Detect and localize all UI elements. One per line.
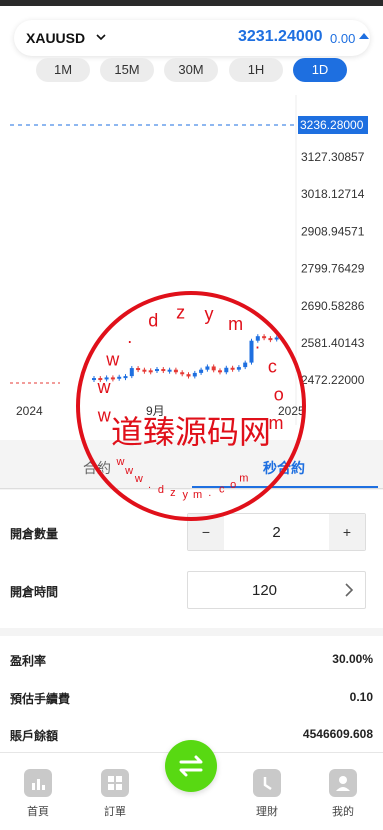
clock-icon bbox=[253, 769, 281, 797]
candle bbox=[104, 377, 109, 380]
nav-home-label: 首頁 bbox=[27, 806, 49, 818]
increase-button[interactable]: + bbox=[329, 514, 365, 550]
candle bbox=[142, 369, 147, 372]
balance-label: 賬戶餘額 bbox=[10, 729, 59, 743]
price-change: 0.00 bbox=[330, 31, 356, 46]
user-icon bbox=[329, 769, 357, 797]
candle bbox=[155, 369, 159, 372]
candle bbox=[268, 338, 273, 341]
nav-home[interactable]: 首頁 bbox=[8, 769, 68, 819]
nav-mine-label: 我的 bbox=[332, 806, 354, 818]
candle bbox=[180, 372, 185, 375]
price-chart[interactable]: 3127.30857 3018.12714 2908.94571 2799.76429… bbox=[0, 95, 383, 430]
ticker-bar[interactable]: XAUUSD 3231.24000 0.00 bbox=[14, 20, 370, 56]
symbol-label[interactable]: XAUUSD bbox=[26, 30, 85, 46]
candle bbox=[274, 337, 279, 340]
time-value: 120 bbox=[251, 582, 278, 599]
stamp-ring-letter: y bbox=[182, 489, 188, 501]
stamp-ring-letter: m bbox=[193, 489, 202, 501]
time-label: 開倉時間 bbox=[10, 585, 59, 599]
y-tick-label: 2799.76429 bbox=[301, 262, 365, 276]
candle bbox=[98, 378, 103, 381]
candle bbox=[249, 340, 254, 363]
candle bbox=[262, 336, 267, 339]
divider bbox=[0, 488, 383, 489]
x-tick-label: 2024 bbox=[16, 404, 43, 418]
timeframe-15m[interactable]: 15M bbox=[100, 58, 154, 82]
candle bbox=[123, 376, 128, 379]
candle bbox=[218, 370, 222, 373]
candle bbox=[230, 367, 235, 370]
y-tick-label: 2908.94571 bbox=[301, 224, 365, 238]
y-tick-label: 3018.12714 bbox=[301, 187, 365, 201]
quantity-input[interactable]: 2 bbox=[224, 524, 329, 541]
quantity-label: 開倉數量 bbox=[10, 527, 59, 541]
y-tick-label: 2690.58286 bbox=[301, 299, 365, 313]
nav-orders[interactable]: 訂單 bbox=[85, 769, 145, 819]
candle bbox=[255, 336, 260, 341]
candle bbox=[136, 368, 141, 371]
current-price-label: 3236.28000 bbox=[300, 118, 364, 132]
candle bbox=[167, 369, 172, 372]
candle bbox=[173, 369, 178, 373]
profit-rate-label: 盈利率 bbox=[10, 654, 47, 668]
candle bbox=[224, 367, 229, 373]
timeframe-1d[interactable]: 1D bbox=[293, 58, 347, 82]
y-tick-label: 3127.30857 bbox=[301, 150, 365, 164]
candle bbox=[186, 374, 191, 377]
contract-tabs: 合約 秒合約 bbox=[0, 440, 383, 490]
timeframe-1h[interactable]: 1H bbox=[229, 58, 283, 82]
x-tick-label: 9月 bbox=[146, 404, 165, 418]
last-price: 3231.24000 bbox=[238, 28, 323, 45]
y-tick-label: 2472.22000 bbox=[301, 373, 365, 387]
nav-mine[interactable]: 我的 bbox=[313, 769, 373, 819]
x-tick-label: 2025 bbox=[278, 404, 305, 418]
chevron-right-icon bbox=[345, 583, 354, 597]
time-select[interactable]: 120 bbox=[187, 571, 366, 609]
nav-finance[interactable]: 理財 bbox=[237, 769, 297, 819]
trade-button[interactable] bbox=[165, 740, 217, 792]
candle bbox=[192, 372, 197, 377]
up-arrow-icon bbox=[359, 33, 369, 39]
candle bbox=[129, 368, 134, 377]
candle bbox=[243, 362, 248, 368]
nav-orders-label: 訂單 bbox=[104, 806, 126, 818]
candle bbox=[117, 376, 122, 379]
candle bbox=[205, 366, 210, 370]
nav-finance-label: 理財 bbox=[256, 806, 278, 818]
candle bbox=[236, 367, 241, 370]
candle bbox=[161, 369, 166, 372]
candle bbox=[199, 369, 204, 373]
swap-icon bbox=[179, 755, 203, 777]
timeframe-1m[interactable]: 1M bbox=[36, 58, 90, 82]
tab-second-contract[interactable]: 秒合約 bbox=[263, 458, 305, 478]
candle bbox=[148, 370, 153, 373]
balance-value: 4546609.608 bbox=[302, 727, 373, 741]
candle bbox=[211, 366, 216, 371]
quantity-stepper: − 2 + bbox=[187, 513, 366, 551]
candle bbox=[92, 378, 96, 381]
chevron-down-icon[interactable] bbox=[95, 31, 107, 43]
section-divider bbox=[0, 628, 383, 636]
y-tick-label: 2581.40143 bbox=[301, 336, 365, 350]
grid-icon bbox=[101, 769, 129, 797]
profit-rate-value: 30.00% bbox=[332, 652, 373, 666]
timeframe-30m[interactable]: 30M bbox=[164, 58, 218, 82]
tab-contract[interactable]: 合約 bbox=[83, 458, 111, 478]
chart-icon bbox=[24, 769, 52, 797]
fee-label: 預估手續費 bbox=[10, 692, 71, 706]
candle bbox=[110, 377, 115, 380]
status-bar bbox=[0, 0, 383, 6]
fee-value: 0.10 bbox=[349, 690, 373, 704]
decrease-button[interactable]: − bbox=[188, 514, 224, 550]
